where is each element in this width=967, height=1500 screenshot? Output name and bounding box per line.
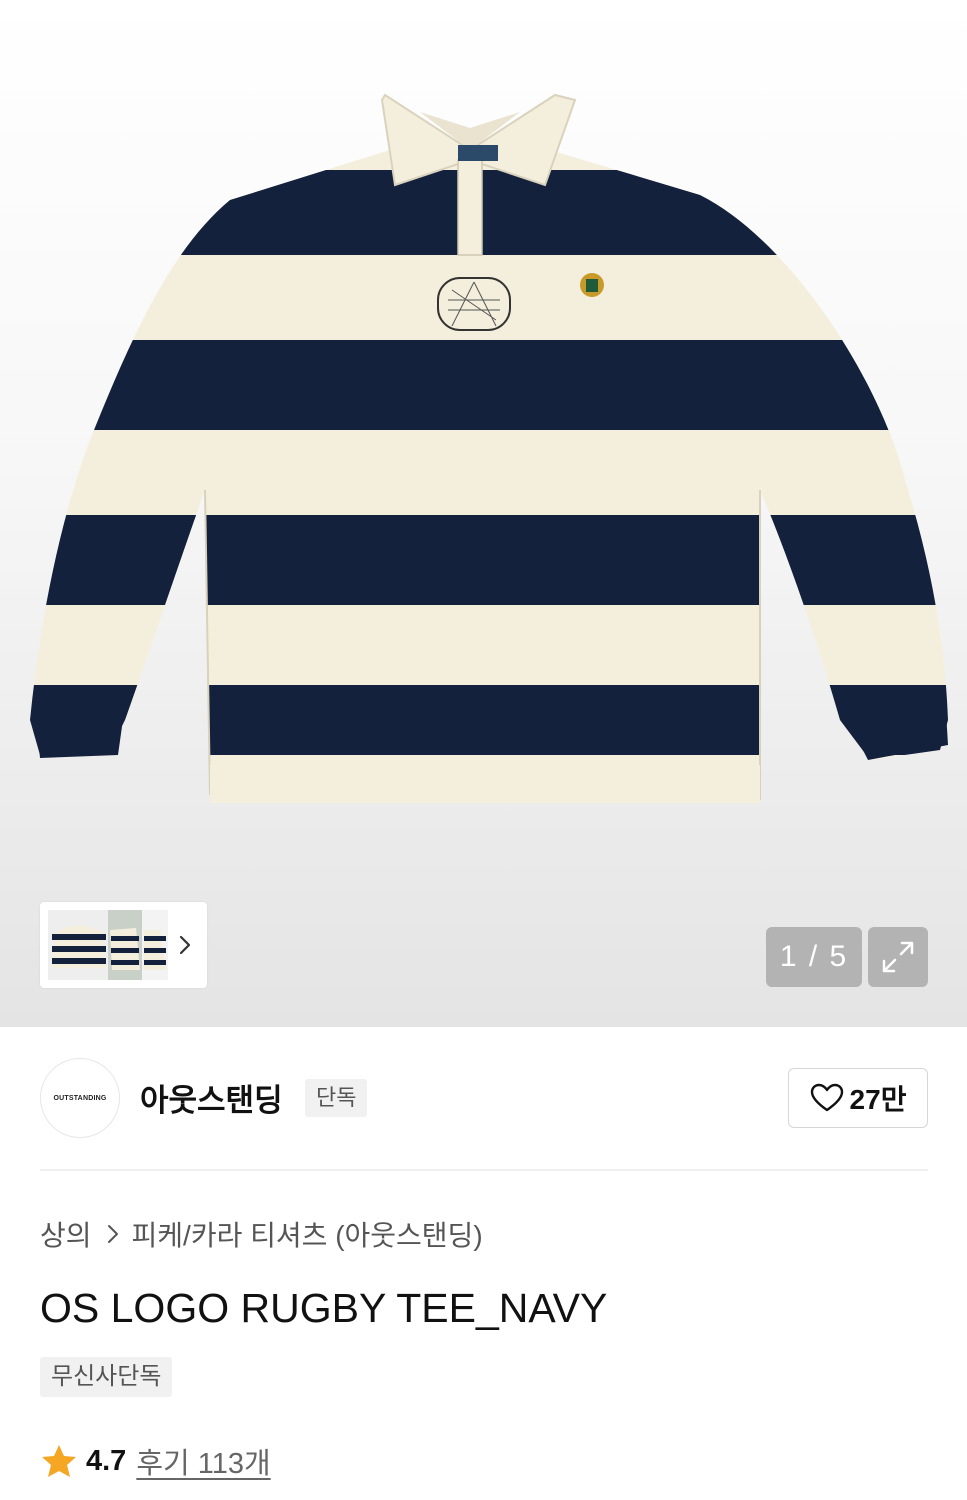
review-count-link[interactable]: 후기 113개 xyxy=(136,1440,270,1482)
brand-name[interactable]: 아웃스탠딩 xyxy=(140,1075,283,1120)
image-counter: 1 / 5 xyxy=(766,927,862,987)
expand-icon xyxy=(882,941,914,973)
star-icon xyxy=(42,1445,76,1477)
like-button[interactable]: 27만 xyxy=(788,1068,928,1128)
thumbnail-2[interactable] xyxy=(108,910,142,980)
rating-score: 4.7 xyxy=(86,1444,127,1477)
rating-row: 4.7 후기 113개 xyxy=(40,1440,271,1482)
thumbnail-3[interactable] xyxy=(142,910,168,980)
like-count: 27만 xyxy=(849,1084,907,1115)
expand-button[interactable] xyxy=(868,927,928,987)
brand-logo-text: OUTSTANDING xyxy=(53,1094,107,1102)
thumbnail-1[interactable] xyxy=(48,910,110,980)
divider xyxy=(40,1169,928,1171)
chevron-right-icon xyxy=(107,1225,118,1243)
heart-outline-icon xyxy=(810,1083,843,1112)
breadcrumb: 상의 피케/카라 티셔츠 (아웃스탠딩) xyxy=(40,1214,483,1254)
breadcrumb-category[interactable]: 상의 xyxy=(40,1214,92,1254)
exclusive-badge: 단독 xyxy=(305,1079,368,1117)
product-title: OS LOGO RUGBY TEE_NAVY xyxy=(40,1285,608,1331)
product-image-gallery[interactable]: 1 / 5 xyxy=(0,0,967,1027)
product-image xyxy=(30,93,948,803)
brand-row: OUTSTANDING 아웃스탠딩 단독 27만 xyxy=(0,1027,967,1170)
thumbnail-strip[interactable] xyxy=(40,902,207,988)
product-tag: 무신사단독 xyxy=(40,1357,173,1397)
chevron-right-icon[interactable] xyxy=(178,934,192,956)
brand-logo[interactable]: OUTSTANDING xyxy=(40,1058,120,1138)
breadcrumb-subcategory[interactable]: 피케/카라 티셔츠 (아웃스탠딩) xyxy=(132,1214,483,1254)
